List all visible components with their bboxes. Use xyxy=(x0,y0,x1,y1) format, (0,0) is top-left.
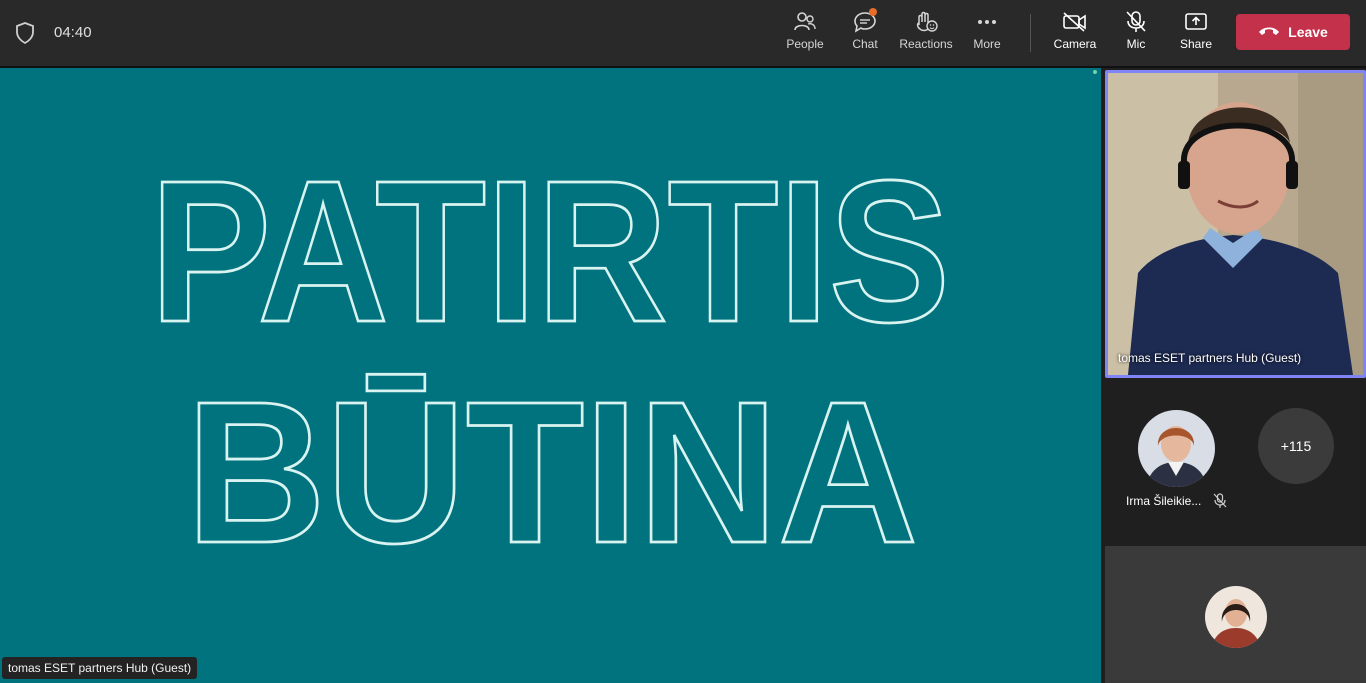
reactions-label: Reactions xyxy=(899,37,953,51)
participant-video-tile[interactable]: tomas ESET partners Hub (Guest) xyxy=(1105,70,1366,378)
camera-label: Camera xyxy=(1053,37,1097,51)
people-button[interactable]: People xyxy=(773,8,837,60)
avatar-image xyxy=(1205,586,1267,648)
meeting-toolbar: 04:40 People Chat Reactions More Camera … xyxy=(0,0,1366,68)
participant-avatar[interactable] xyxy=(1138,410,1215,487)
leave-label: Leave xyxy=(1288,24,1328,40)
mic-label: Mic xyxy=(1126,37,1146,51)
reactions-button[interactable]: Reactions xyxy=(894,8,958,60)
chat-button[interactable]: Chat xyxy=(833,8,897,60)
camera-button[interactable]: Camera xyxy=(1043,8,1107,60)
mic-off-icon xyxy=(1126,11,1146,32)
stage-status-dot xyxy=(1093,70,1097,74)
more-button[interactable]: More xyxy=(955,8,1019,60)
chat-label: Chat xyxy=(852,37,878,51)
share-screen-icon xyxy=(1185,13,1207,30)
avatar-image xyxy=(1138,410,1215,487)
slide-line-2: BŪTINA xyxy=(186,359,918,585)
shared-content-stage: PATIRTIS BŪTINA tomas ESET partners Hub … xyxy=(0,68,1101,683)
mic-button[interactable]: Mic xyxy=(1104,8,1168,60)
shield-icon xyxy=(16,22,34,45)
chat-notification-dot xyxy=(869,8,877,16)
slide-line-1: PATIRTIS xyxy=(150,138,950,364)
leave-button[interactable]: Leave xyxy=(1236,14,1350,50)
hang-up-icon xyxy=(1259,27,1280,35)
reactions-icon xyxy=(916,11,938,32)
participants-panel: tomas ESET partners Hub (Guest) Irma Šil… xyxy=(1101,68,1366,683)
participant-video xyxy=(1108,73,1363,375)
meeting-timer: 04:40 xyxy=(54,24,92,41)
people-label: People xyxy=(786,37,824,51)
participant-tile[interactable] xyxy=(1105,546,1366,683)
share-label: Share xyxy=(1179,37,1213,51)
more-label: More xyxy=(973,37,1001,51)
toolbar-divider xyxy=(1030,14,1031,52)
presenter-name-tag: tomas ESET partners Hub (Guest) xyxy=(2,657,198,679)
slide-text: PATIRTIS BŪTINA xyxy=(149,137,952,587)
camera-off-icon xyxy=(1063,12,1086,32)
participant-name: Irma Šileikie... xyxy=(1126,494,1202,508)
share-button[interactable]: Share xyxy=(1164,8,1228,60)
participant-avatar-2 xyxy=(1205,586,1267,648)
more-participants-button[interactable]: +115 xyxy=(1258,408,1334,484)
people-icon xyxy=(794,12,816,31)
mic-muted-icon xyxy=(1213,493,1227,508)
ellipsis-icon xyxy=(978,20,996,24)
video-tile-name: tomas ESET partners Hub (Guest) xyxy=(1118,351,1302,365)
